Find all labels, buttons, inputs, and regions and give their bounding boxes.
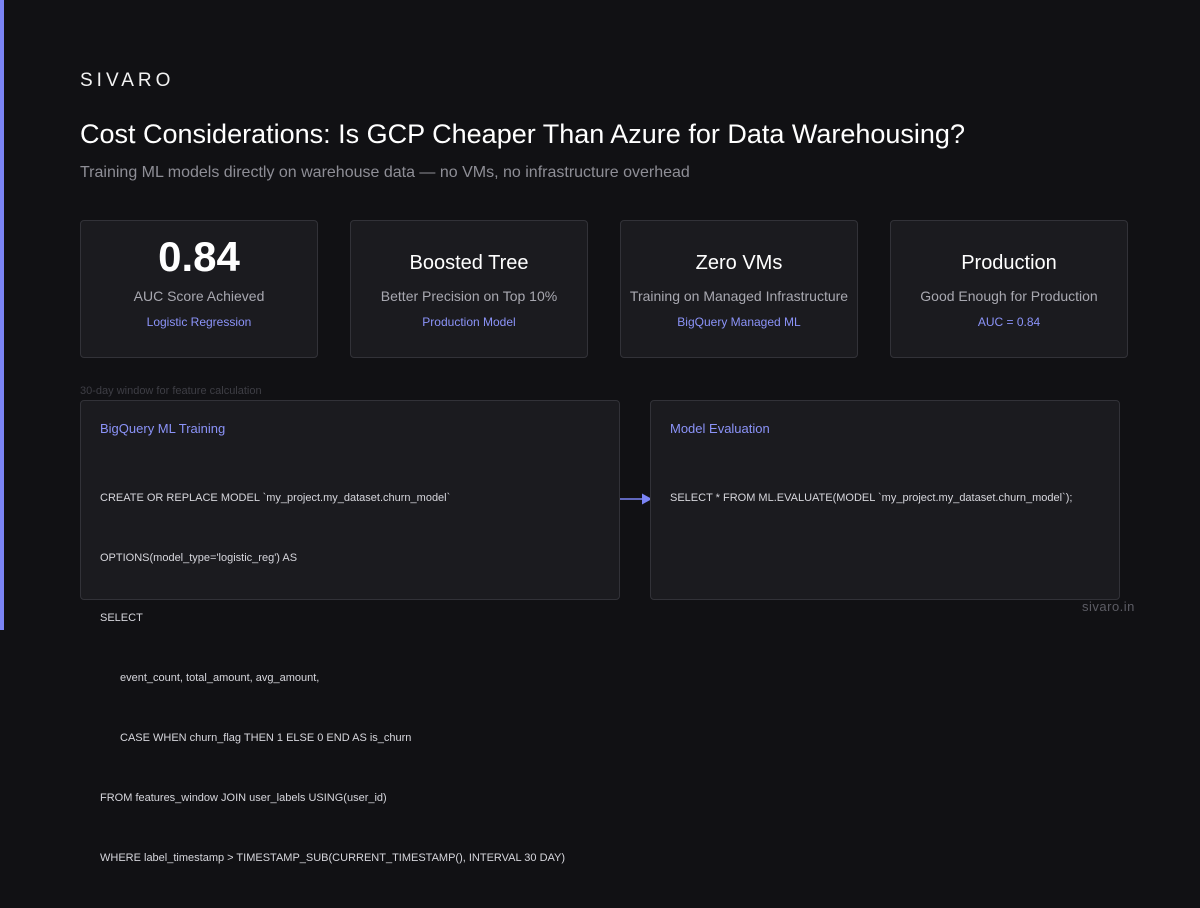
code-line: OPTIONS(model_type='logistic_reg') AS	[100, 552, 298, 564]
card-description: Good Enough for Production	[920, 288, 1098, 304]
stat-card-auc: 0.84 AUC Score Achieved Logistic Regress…	[80, 220, 318, 358]
page-title: Cost Considerations: Is GCP Cheaper Than…	[80, 119, 965, 149]
evaluation-code-panel: Model Evaluation SELECT * FROM ML.EVALUA…	[650, 400, 1120, 600]
card-description: AUC Score Achieved	[133, 288, 265, 304]
code-line: SELECT * FROM ML.EVALUATE(MODEL `my_proj…	[670, 492, 1073, 504]
window-caption: 30-day window for feature calculation	[80, 385, 262, 397]
card-description: Training on Managed Infrastructure	[629, 288, 849, 304]
code-block: SELECT * FROM ML.EVALUATE(MODEL `my_proj…	[670, 448, 1072, 548]
card-tag: BigQuery Managed ML	[677, 315, 801, 329]
code-block: CREATE OR REPLACE MODEL `my_project.my_d…	[100, 448, 565, 908]
code-line: SELECT	[100, 612, 143, 624]
card-headline: Boosted Tree	[409, 252, 529, 274]
card-headline: Production	[961, 252, 1057, 274]
stat-card-zero-vms: Zero VMs Training on Managed Infrastruct…	[620, 220, 858, 358]
panel-title: BigQuery ML Training	[100, 421, 226, 436]
card-tag: Production Model	[422, 315, 516, 329]
arrow-right-icon	[620, 493, 652, 505]
brand-logo: SIVARO	[80, 70, 175, 91]
code-line: WHERE label_timestamp > TIMESTAMP_SUB(CU…	[100, 852, 566, 864]
card-headline: 0.84	[158, 233, 240, 280]
card-tag: Logistic Regression	[146, 315, 252, 329]
card-description: Better Precision on Top 10%	[380, 288, 558, 304]
footer-url: sivaro.in	[1082, 599, 1135, 614]
card-tag: AUC = 0.84	[977, 315, 1041, 329]
stat-card-production: Production Good Enough for Production AU…	[890, 220, 1128, 358]
code-line: CREATE OR REPLACE MODEL `my_project.my_d…	[100, 492, 451, 504]
code-line: event_count, total_amount, avg_amount,	[120, 672, 320, 684]
card-headline: Zero VMs	[695, 252, 783, 274]
stat-card-boosted-tree: Boosted Tree Better Precision on Top 10%…	[350, 220, 588, 358]
panel-title: Model Evaluation	[670, 421, 770, 436]
page-subtitle: Training ML models directly on warehouse…	[80, 164, 690, 181]
code-line: CASE WHEN churn_flag THEN 1 ELSE 0 END A…	[120, 732, 412, 744]
code-line: FROM features_window JOIN user_labels US…	[100, 792, 387, 804]
training-code-panel: BigQuery ML Training CREATE OR REPLACE M…	[80, 400, 620, 864]
accent-bar	[0, 0, 4, 630]
